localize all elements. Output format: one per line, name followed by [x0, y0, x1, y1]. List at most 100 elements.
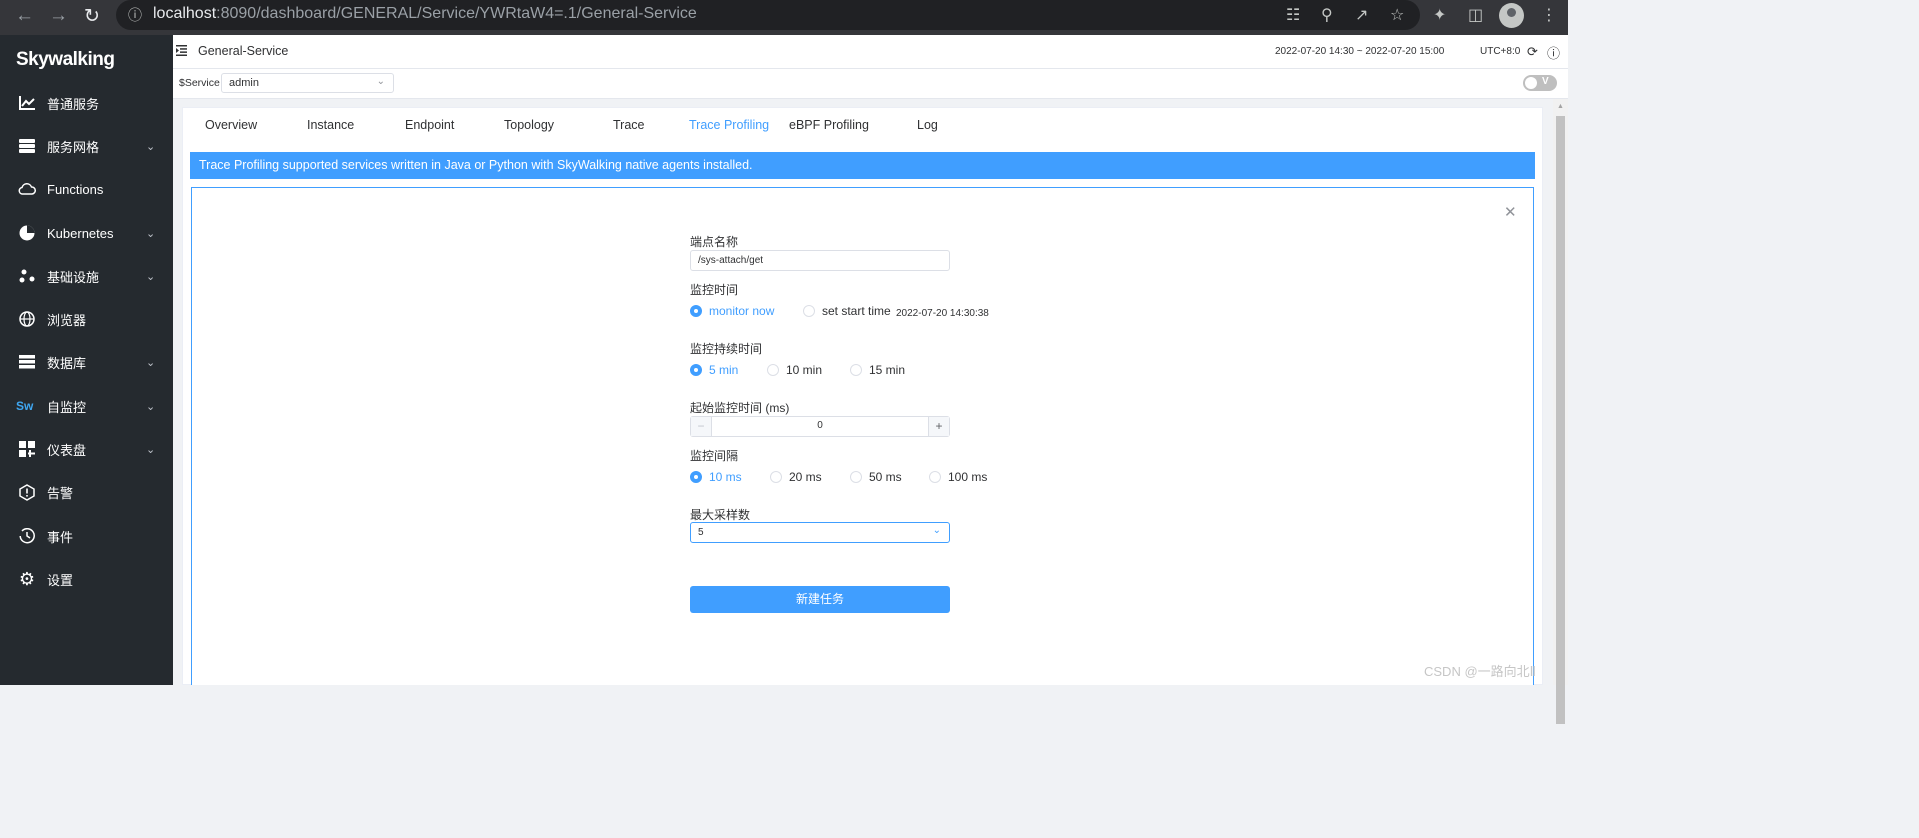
sidebar-item-functions[interactable]: Functions: [0, 169, 173, 209]
sidebar-item-label: 告警: [47, 485, 74, 501]
info-banner-text: Trace Profiling supported services writt…: [199, 158, 753, 172]
tab-endpoint[interactable]: Endpoint: [405, 118, 454, 132]
duration-10min-radio[interactable]: 10 min: [767, 363, 822, 377]
sidebar-item-infrastructure[interactable]: 基础设施 ⌄: [0, 256, 173, 296]
sidebar-item-settings[interactable]: ⚙ 设置: [0, 559, 173, 599]
sw-icon: Sw: [16, 399, 34, 413]
reload-icon[interactable]: ↻: [84, 5, 100, 28]
create-task-button[interactable]: 新建任务: [690, 586, 950, 613]
database-icon: [18, 353, 36, 371]
sidebar-item-dashboard[interactable]: 仪表盘 ⌄: [0, 429, 173, 469]
back-icon[interactable]: ←: [15, 5, 34, 27]
side-panel-icon[interactable]: ◫: [1468, 5, 1483, 25]
tab-bar: Overview Instance Endpoint Topology Trac…: [183, 108, 1544, 143]
radio-dot: [929, 471, 941, 483]
scroll-up-arrow-icon[interactable]: ▲: [1557, 103, 1564, 110]
sidebar-item-label: 普通服务: [47, 96, 100, 112]
max-samples-select[interactable]: 5 ⌄: [690, 522, 950, 543]
url-path: :8090/dashboard/GENERAL/Service/YWRtaW4=…: [216, 5, 697, 22]
sidebar-item-events[interactable]: 事件: [0, 516, 173, 556]
set-start-time-radio[interactable]: set start time: [803, 304, 891, 318]
monitor-now-radio[interactable]: monitor now: [690, 304, 774, 318]
profile-avatar[interactable]: [1499, 3, 1524, 28]
tab-topology[interactable]: Topology: [504, 118, 554, 132]
sidebar-item-alarm[interactable]: 告警: [0, 472, 173, 512]
sidebar-item-browser[interactable]: 浏览器: [0, 299, 173, 339]
interval-20ms-radio[interactable]: 20 ms: [770, 470, 822, 484]
translate-icon[interactable]: ☷: [1286, 5, 1300, 25]
forward-icon[interactable]: →: [49, 5, 68, 27]
scrollbar-thumb[interactable]: [1556, 116, 1565, 724]
interval-100ms-radio[interactable]: 100 ms: [929, 470, 987, 484]
url-host: localhost: [153, 5, 217, 22]
bookmark-star-icon[interactable]: ☆: [1390, 5, 1404, 25]
sidebar-item-database[interactable]: 数据库 ⌄: [0, 342, 173, 382]
refresh-icon[interactable]: ⟳: [1527, 44, 1538, 60]
extensions-icon[interactable]: ✦: [1433, 5, 1446, 25]
sidebar-item-label: 数据库: [47, 355, 87, 371]
share-icon[interactable]: ↗: [1355, 5, 1368, 25]
min-duration-value[interactable]: 0: [712, 420, 928, 431]
tab-overview[interactable]: Overview: [205, 118, 257, 132]
chevron-down-icon: ⌄: [146, 140, 156, 153]
toggle-label: V: [1542, 76, 1549, 87]
increment-button[interactable]: +: [928, 417, 949, 436]
alarm-icon: [18, 483, 36, 501]
tab-trace-profiling[interactable]: Trace Profiling: [689, 118, 769, 132]
event-icon: [18, 527, 36, 545]
decrement-button[interactable]: −: [691, 417, 712, 436]
tab-trace[interactable]: Trace: [613, 118, 645, 132]
radio-dot: [767, 364, 779, 376]
info-icon[interactable]: ⓘ: [1547, 43, 1560, 62]
tab-log[interactable]: Log: [917, 118, 938, 132]
browser-toolbar: ← → ↻ ⓘ localhost:8090/dashboard/GENERAL…: [0, 0, 1568, 35]
duration-5min-radio[interactable]: 5 min: [690, 363, 738, 377]
interval-50ms-radio[interactable]: 50 ms: [850, 470, 902, 484]
service-select-value: admin: [229, 77, 259, 89]
radio-dot: [690, 364, 702, 376]
sidebar-item-service-mesh[interactable]: 服务网格 ⌄: [0, 126, 173, 166]
interval-10ms-radio[interactable]: 10 ms: [690, 470, 742, 484]
dashboard-icon: [18, 440, 36, 458]
watermark: CSDN @一路向北Ⅱ: [1424, 664, 1537, 679]
min-duration-stepper[interactable]: − 0 +: [690, 416, 950, 437]
sidebar-item-general-service[interactable]: 普通服务: [0, 83, 173, 123]
endpoint-name-value: /sys-attach/get: [698, 255, 764, 266]
endpoint-name-label: 端点名称: [690, 235, 739, 249]
radio-label: 10 min: [786, 363, 823, 377]
radio-label: 20 ms: [789, 470, 822, 484]
timezone-label[interactable]: UTC+8:0: [1480, 46, 1520, 57]
radio-dot: [803, 305, 815, 317]
edit-mode-toggle[interactable]: V: [1523, 75, 1557, 91]
more-menu-icon[interactable]: ⋮: [1541, 5, 1557, 25]
radio-dot: [850, 471, 862, 483]
tab-ebpf-profiling[interactable]: eBPF Profiling: [789, 118, 869, 132]
skywalking-logo[interactable]: Skywalking: [16, 49, 115, 71]
sidebar-item-label: 基础设施: [47, 269, 100, 285]
info-banner: Trace Profiling supported services writt…: [190, 152, 1535, 179]
tab-instance[interactable]: Instance: [307, 118, 354, 132]
endpoint-name-input[interactable]: /sys-attach/get: [690, 250, 950, 271]
max-samples-label: 最大采样数: [690, 508, 751, 522]
globe-icon: [18, 310, 36, 328]
close-icon[interactable]: ✕: [1504, 203, 1517, 221]
sidebar-item-label: Kubernetes: [47, 225, 114, 241]
sidebar-item-label: 浏览器: [47, 312, 87, 328]
service-select[interactable]: admin ⌄: [221, 73, 394, 93]
sidebar-item-kubernetes[interactable]: Kubernetes ⌄: [0, 213, 173, 253]
sidebar-item-self-observability[interactable]: Sw 自监控 ⌄: [0, 386, 173, 426]
time-range-picker[interactable]: 2022-07-20 14:30 ~ 2022-07-20 15:00: [1275, 46, 1444, 57]
page-title: General-Service: [198, 44, 289, 58]
zoom-icon[interactable]: ⚲: [1321, 5, 1333, 25]
page-scrollbar[interactable]: ▲: [1553, 99, 1568, 724]
sidebar-item-label: 事件: [47, 529, 74, 545]
duration-15min-radio[interactable]: 15 min: [850, 363, 905, 377]
service-selector-bar: $Service admin ⌄ V: [173, 69, 1568, 99]
sidebar-item-label: 自监控: [47, 399, 87, 415]
bar-chart-icon: [18, 94, 36, 112]
start-time-value[interactable]: 2022-07-20 14:30:38: [896, 308, 989, 319]
site-info-icon[interactable]: ⓘ: [128, 5, 142, 25]
url-text[interactable]: localhost:8090/dashboard/GENERAL/Service…: [153, 5, 697, 23]
menu-fold-icon[interactable]: [176, 45, 187, 56]
layers-icon: [18, 137, 36, 155]
